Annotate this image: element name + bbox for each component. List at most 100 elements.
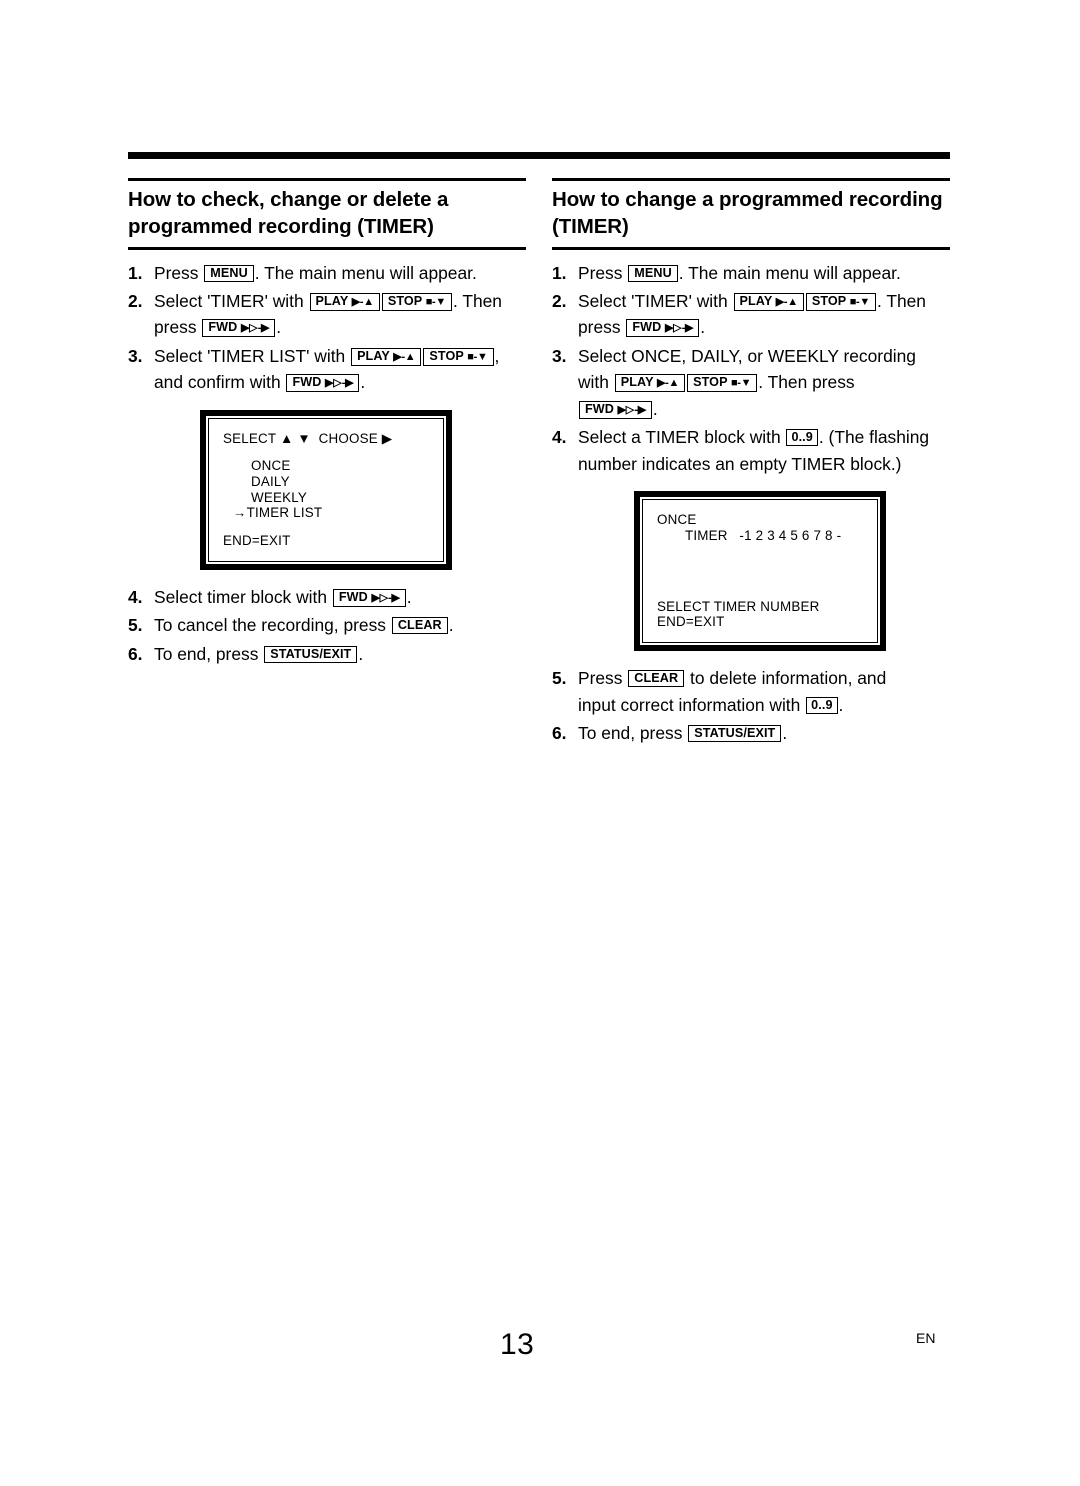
step-line: Select 'TIMER' with PLAY ▶-▲ STOP ■-▼. Th… <box>578 288 950 314</box>
step-text: press <box>578 317 626 338</box>
step-line: Press MENU. The main menu will appear. <box>154 260 526 286</box>
key-label: STOP <box>811 293 847 308</box>
osd-timer-numbers: -1 2 3 4 5 6 7 8 - <box>739 527 842 543</box>
step-text: . Then <box>452 290 502 311</box>
two-column-body: How to check, change or delete a program… <box>128 178 950 748</box>
stop-down-icon: ■-▼ <box>730 377 752 390</box>
osd-screen-timer-menu: SELECT ▲ ▼ CHOOSE ▶ ONCE DAILY WEEKLY →T… <box>200 409 452 570</box>
step-text: . The main menu will appear. <box>254 262 477 283</box>
step-line: press FWD ▶▷-▶. <box>578 314 950 340</box>
osd-spacer <box>223 446 429 458</box>
column-right: How to change a programmed recording (TI… <box>552 178 950 748</box>
fwd-tail-icon: -▶ <box>388 591 400 604</box>
play-up-icon: ▶-▲ <box>393 350 416 363</box>
step-number: 2. <box>128 290 143 311</box>
steps-list-left-lower: 4. Select timer block with FWD ▶▷-▶. 5. To … <box>128 584 526 667</box>
step-number: 5. <box>128 615 143 636</box>
step-line: input correct information with 0..9. <box>578 692 950 718</box>
osd-header: SELECT ▲ ▼ CHOOSE ▶ <box>223 430 393 446</box>
osd-item-timer-list-selected: →TIMER LIST <box>233 505 323 521</box>
step-text: To end, press <box>578 723 688 744</box>
step-text: . <box>782 723 788 744</box>
key-stop-down: STOP ■-▼ <box>805 292 876 311</box>
key-label: PLAY <box>315 293 349 308</box>
play-up-icon: ▶-▲ <box>656 377 680 390</box>
step-line: with PLAY ▶-▲ STOP ■-▼. Then press <box>578 369 950 395</box>
step-line: FWD ▶▷-▶. <box>578 396 950 422</box>
step-text: number indicates an empty TIMER block.) <box>578 453 902 474</box>
key-label: PLAY <box>739 293 773 308</box>
key-fwd-right: FWD ▶▷-▶ <box>626 319 700 338</box>
step-line: Press MENU. The main menu will appear. <box>578 260 950 286</box>
stop-down-icon: ■-▼ <box>849 295 871 308</box>
osd-footer-end-exit: END=EXIT <box>223 533 291 549</box>
stop-down-icon: ■-▼ <box>467 350 488 363</box>
step-item: 5. Press CLEAR to delete information, and… <box>552 665 950 718</box>
step-text: input correct information with <box>578 694 806 715</box>
step-item: 3. Select 'TIMER LIST' with PLAY ▶-▲ STOP … <box>128 343 526 396</box>
step-item: 2. Select 'TIMER' with PLAY ▶-▲ STOP ■-▼. … <box>128 288 526 341</box>
key-menu: MENU <box>204 264 254 282</box>
key-status-exit: STATUS/EXIT <box>264 645 358 663</box>
osd-footer: SELECT TIMER NUMBER END=EXIT <box>657 599 820 630</box>
play-up-icon: ▶-▲ <box>775 295 798 308</box>
step-text: to delete information, and <box>685 668 887 689</box>
osd-inner: SELECT ▲ ▼ CHOOSE ▶ ONCE DAILY WEEKLY →T… <box>208 417 444 562</box>
step-text: . <box>358 643 364 664</box>
step-item: 2. Select 'TIMER' with PLAY ▶-▲ STOP ■-▼. … <box>552 288 950 341</box>
play-up-icon: ▶-▲ <box>351 295 374 308</box>
section-heading-right: How to change a programmed recording (TI… <box>552 178 950 250</box>
step-number: 5. <box>552 668 567 689</box>
step-text: . <box>406 586 412 607</box>
step-text: , <box>494 345 500 366</box>
heading-text: How to check, change or delete a program… <box>128 188 449 239</box>
step-item: 4. Select timer block with FWD ▶▷-▶. <box>128 584 526 610</box>
osd-mode-once: ONCE <box>657 512 697 528</box>
key-play-up: PLAY ▶-▲ <box>614 374 686 393</box>
key-label: FWD <box>338 589 368 604</box>
fwd-solid-icon: ▶ <box>325 377 334 390</box>
osd-item-daily: DAILY <box>251 474 290 490</box>
step-number: 4. <box>128 586 143 607</box>
key-clear: CLEAR <box>391 617 448 635</box>
step-line: To end, press STATUS/EXIT. <box>154 641 526 667</box>
step-line: Select 'TIMER LIST' with PLAY ▶-▲ STOP ■-… <box>154 343 526 369</box>
key-label: STOP <box>693 375 728 390</box>
step-line: Select ONCE, DAILY, or WEEKLY recording <box>578 343 950 369</box>
key-play-up: PLAY ▶-▲ <box>733 292 804 311</box>
osd-item-weekly: WEEKLY <box>251 489 308 505</box>
key-play-up: PLAY ▶-▲ <box>351 347 422 366</box>
fwd-tail-icon: -▶ <box>257 322 270 335</box>
key-label: FWD <box>292 375 322 390</box>
fwd-tail-icon: -▶ <box>634 403 646 416</box>
step-text: Press <box>578 262 628 283</box>
section-heading-left: How to check, change or delete a program… <box>128 178 526 250</box>
osd-inner: ONCE TIMER -1 2 3 4 5 6 7 8 - SELECT TIM… <box>642 499 878 644</box>
key-stop-down: STOP ■-▼ <box>381 292 452 311</box>
step-item: 6. To end, press STATUS/EXIT. <box>128 641 526 667</box>
step-line: Select timer block with FWD ▶▷-▶. <box>154 584 526 610</box>
step-item: 1. Press MENU. The main menu will appear. <box>128 260 526 286</box>
step-text: Select 'TIMER' with <box>154 290 309 311</box>
key-status-exit: STATUS/EXIT <box>688 725 782 743</box>
key-label: STOP <box>429 348 464 363</box>
step-text: . <box>360 372 366 393</box>
step-line: Select 'TIMER' with PLAY ▶-▲ STOP ■-▼. Th… <box>154 288 526 314</box>
step-text: Select 'TIMER' with <box>578 290 733 311</box>
step-line: number indicates an empty TIMER block.) <box>578 451 950 477</box>
step-number: 3. <box>128 345 143 366</box>
manual-page: How to check, change or delete a program… <box>128 0 950 1486</box>
step-number: 1. <box>552 262 567 283</box>
step-text: . <box>700 317 706 338</box>
step-text: Select ONCE, DAILY, or WEEKLY recording <box>578 345 916 366</box>
fwd-open-icon: ▷ <box>379 591 389 604</box>
step-text: Select a TIMER block with <box>578 427 786 448</box>
osd-item-once: ONCE <box>251 458 291 474</box>
heading-text: How to change a programmed recording (TI… <box>552 188 943 239</box>
step-number: 1. <box>128 262 143 283</box>
step-text: Press <box>578 668 628 689</box>
key-numeric-0-9: 0..9 <box>806 696 838 714</box>
fwd-open-icon: ▷ <box>249 322 258 335</box>
page-number: 13 <box>500 1328 535 1361</box>
page-top-rule <box>128 152 950 159</box>
